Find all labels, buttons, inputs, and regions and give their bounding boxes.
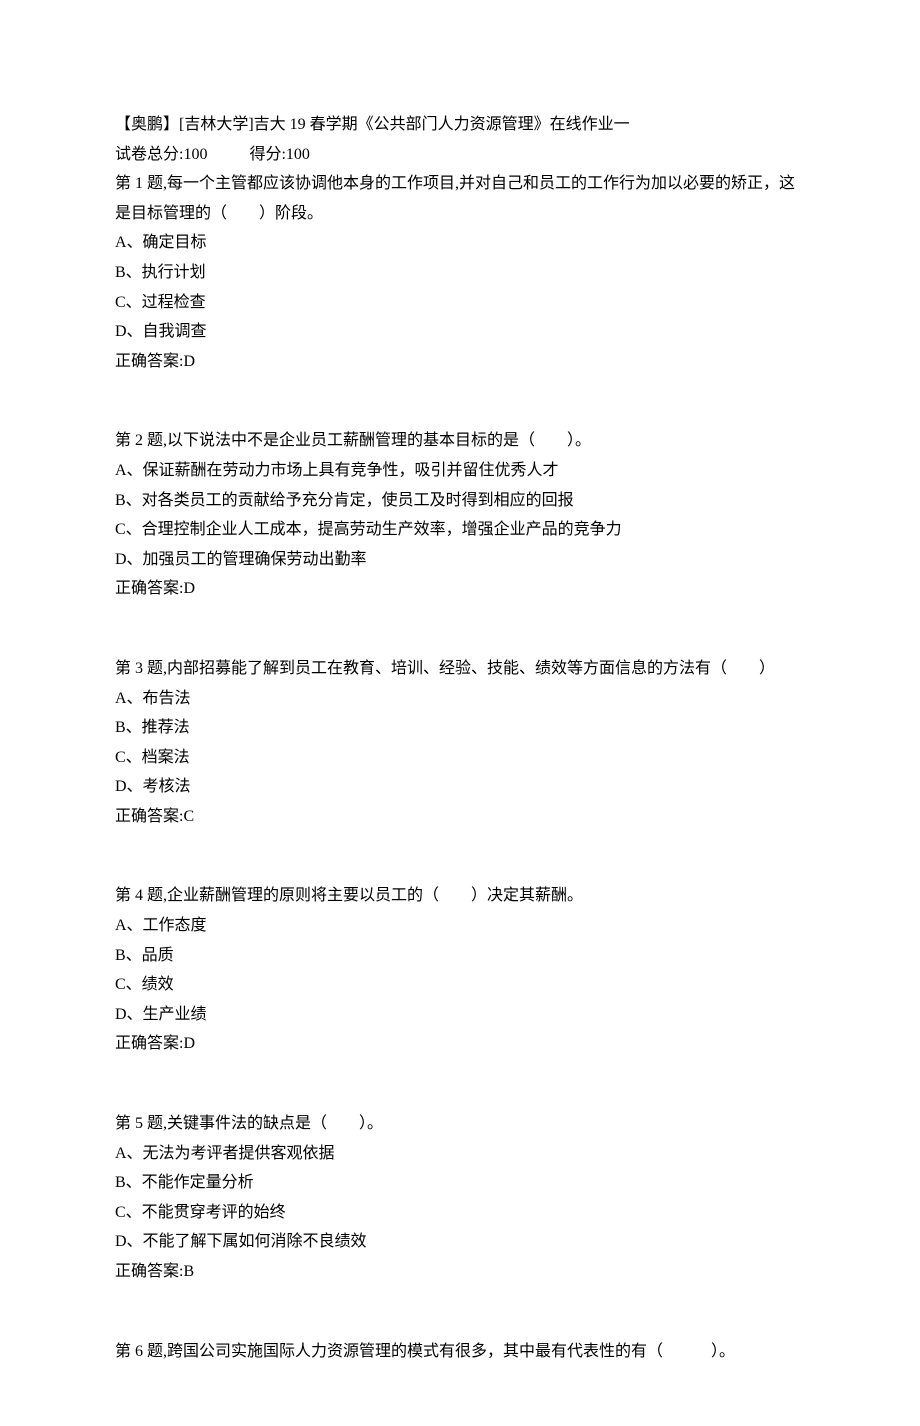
option-d: D、生产业绩 bbox=[115, 1000, 805, 1030]
answer: 正确答案:C bbox=[115, 802, 805, 832]
option-c: C、合理控制企业人工成本，提高劳动生产效率，增强企业产品的竞争力 bbox=[115, 515, 805, 545]
question-1: 第 1 题,每一个主管都应该协调他本身的工作项目,并对自己和员工的工作行为加以必… bbox=[115, 169, 805, 376]
option-b: B、对各类员工的贡献给予充分肯定，使员工及时得到相应的回报 bbox=[115, 486, 805, 516]
option-a: A、无法为考评者提供客观依据 bbox=[115, 1139, 805, 1169]
answer: 正确答案:D bbox=[115, 574, 805, 604]
option-c: C、不能贯穿考评的始终 bbox=[115, 1198, 805, 1228]
option-a: A、确定目标 bbox=[115, 228, 805, 258]
score-got: 得分:100 bbox=[249, 146, 309, 163]
option-d: D、自我调查 bbox=[115, 317, 805, 347]
document-body: 【奥鹏】[吉林大学]吉大 19 春学期《公共部门人力资源管理》在线作业一 试卷总… bbox=[115, 110, 805, 1366]
option-c: C、过程检查 bbox=[115, 288, 805, 318]
question-3: 第 3 题,内部招募能了解到员工在教育、培训、经验、技能、绩效等方面信息的方法有… bbox=[115, 654, 805, 832]
question-6: 第 6 题,跨国公司实施国际人力资源管理的模式有很多，其中最有代表性的有（ ）。 bbox=[115, 1337, 805, 1367]
score-line: 试卷总分:100 得分:100 bbox=[115, 140, 805, 170]
question-2: 第 2 题,以下说法中不是企业员工薪酬管理的基本目标的是（ ）。 A、保证薪酬在… bbox=[115, 426, 805, 604]
question-prompt: 第 3 题,内部招募能了解到员工在教育、培训、经验、技能、绩效等方面信息的方法有… bbox=[115, 654, 805, 684]
question-prompt: 第 5 题,关键事件法的缺点是（ ）。 bbox=[115, 1109, 805, 1139]
option-d: D、加强员工的管理确保劳动出勤率 bbox=[115, 545, 805, 575]
answer: 正确答案:B bbox=[115, 1257, 805, 1287]
question-prompt: 第 1 题,每一个主管都应该协调他本身的工作项目,并对自己和员工的工作行为加以必… bbox=[115, 169, 805, 228]
question-prompt: 第 4 题,企业薪酬管理的原则将主要以员工的（ ）决定其薪酬。 bbox=[115, 881, 805, 911]
option-d: D、考核法 bbox=[115, 772, 805, 802]
option-b: B、不能作定量分析 bbox=[115, 1168, 805, 1198]
question-prompt: 第 6 题,跨国公司实施国际人力资源管理的模式有很多，其中最有代表性的有（ ）。 bbox=[115, 1337, 805, 1367]
answer: 正确答案:D bbox=[115, 347, 805, 377]
option-a: A、工作态度 bbox=[115, 911, 805, 941]
option-b: B、品质 bbox=[115, 941, 805, 971]
option-d: D、不能了解下属如何消除不良绩效 bbox=[115, 1227, 805, 1257]
option-c: C、档案法 bbox=[115, 743, 805, 773]
option-c: C、绩效 bbox=[115, 970, 805, 1000]
option-b: B、推荐法 bbox=[115, 713, 805, 743]
option-a: A、保证薪酬在劳动力市场上具有竞争性，吸引并留住优秀人才 bbox=[115, 456, 805, 486]
question-4: 第 4 题,企业薪酬管理的原则将主要以员工的（ ）决定其薪酬。 A、工作态度 B… bbox=[115, 881, 805, 1059]
page-title: 【奥鹏】[吉林大学]吉大 19 春学期《公共部门人力资源管理》在线作业一 bbox=[115, 110, 805, 140]
option-b: B、执行计划 bbox=[115, 258, 805, 288]
question-prompt: 第 2 题,以下说法中不是企业员工薪酬管理的基本目标的是（ ）。 bbox=[115, 426, 805, 456]
answer: 正确答案:D bbox=[115, 1029, 805, 1059]
score-total: 试卷总分:100 bbox=[115, 146, 207, 163]
option-a: A、布告法 bbox=[115, 684, 805, 714]
question-5: 第 5 题,关键事件法的缺点是（ ）。 A、无法为考评者提供客观依据 B、不能作… bbox=[115, 1109, 805, 1287]
